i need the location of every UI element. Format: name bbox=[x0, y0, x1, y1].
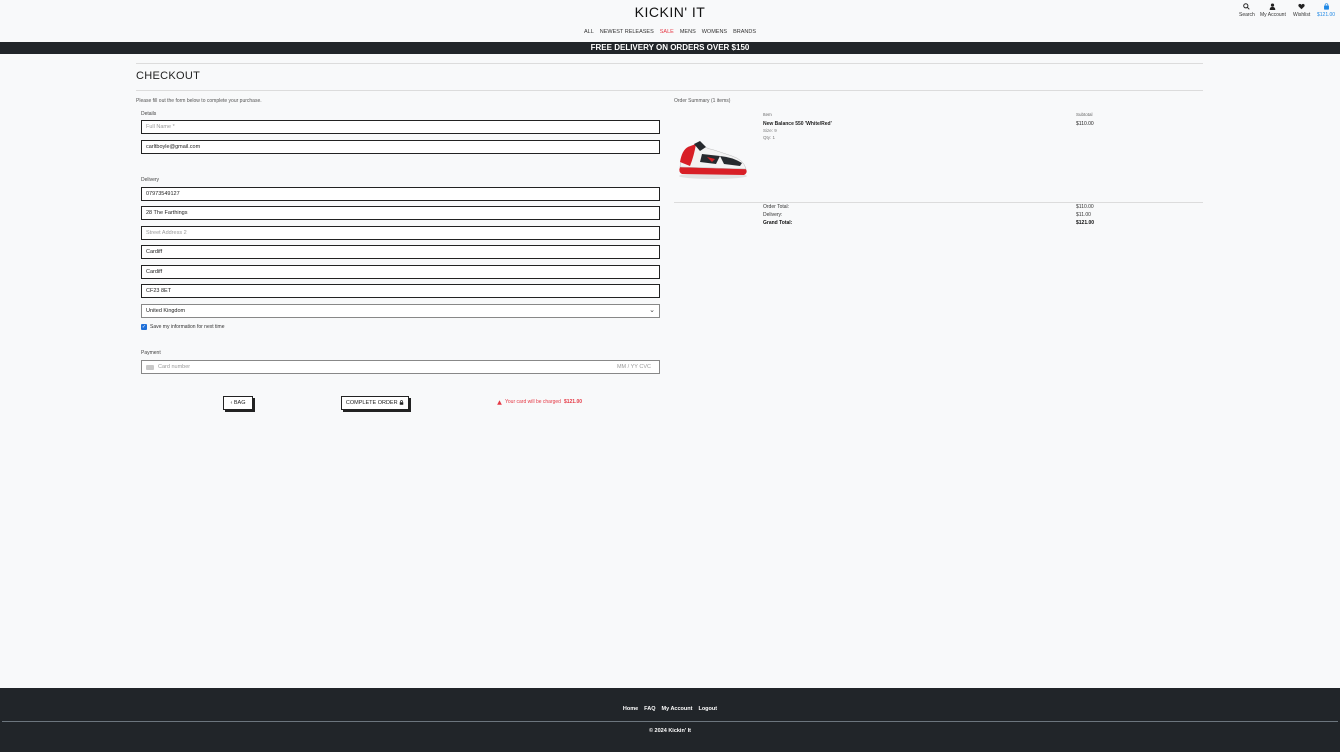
item-quantity: Qty: 1 bbox=[763, 135, 776, 140]
footer-link-faq[interactable]: FAQ bbox=[644, 706, 655, 712]
order-total-value: $110.00 bbox=[1076, 204, 1094, 210]
account-button[interactable]: My Account bbox=[1260, 3, 1286, 18]
county-field[interactable]: Cardiff bbox=[141, 265, 660, 279]
divider bbox=[136, 90, 1203, 91]
nav-item-womens[interactable]: WOMENS bbox=[702, 29, 727, 35]
footer-link-home[interactable]: Home bbox=[623, 706, 638, 712]
item-size: Size: 9 bbox=[763, 128, 777, 133]
search-button[interactable]: Search bbox=[1239, 3, 1255, 18]
form-intro: Please fill out the form below to comple… bbox=[136, 98, 262, 104]
copyright: © 2024 Kickin' It bbox=[648, 728, 692, 734]
subtotal-column-header: Subtotal bbox=[1076, 112, 1093, 117]
street-address-1-field[interactable]: 28 The Farthings bbox=[141, 206, 660, 220]
checkbox-checked-icon: ✓ bbox=[141, 324, 147, 330]
delivery-label: Delivery bbox=[141, 177, 160, 183]
site-footer: Home FAQ My Account Logout © 2024 Kickin… bbox=[0, 688, 1340, 752]
country-value: United Kingdom bbox=[146, 308, 186, 314]
card-placeholder: Card number bbox=[158, 364, 191, 370]
divider bbox=[136, 63, 1203, 64]
lock-icon bbox=[399, 399, 404, 406]
card-number-input[interactable]: Card number MM / YY CVC bbox=[141, 360, 660, 374]
nav-item-mens[interactable]: MENS bbox=[680, 29, 696, 35]
back-to-bag-button[interactable]: ‹ BAG bbox=[223, 396, 253, 410]
grand-total-value: $121.00 bbox=[1076, 220, 1095, 226]
nav-item-newest-releases[interactable]: NEWEST RELEASES bbox=[600, 29, 654, 35]
main-nav: ALL NEWEST RELEASES SALE MENS WOMENS BRA… bbox=[0, 29, 1340, 35]
search-label: Search bbox=[1239, 12, 1255, 18]
warning-icon bbox=[497, 399, 502, 405]
nav-item-brands[interactable]: BRANDS bbox=[733, 29, 756, 35]
delivery-cost-value: $11.00 bbox=[1076, 212, 1091, 218]
street-address-2-field[interactable]: Street Address 2 bbox=[141, 226, 660, 240]
town-field[interactable]: Cardiff bbox=[141, 245, 660, 259]
footer-links: Home FAQ My Account Logout bbox=[0, 706, 1340, 712]
email-field[interactable]: carltboyle@gmail.com bbox=[141, 140, 660, 154]
back-to-bag-label: BAG bbox=[233, 400, 246, 406]
charge-text: Your card will be charged bbox=[505, 399, 561, 405]
wishlist-label: Wishlist bbox=[1293, 12, 1311, 18]
user-icon bbox=[1270, 3, 1276, 10]
complete-order-button[interactable]: COMPLETE ORDER bbox=[341, 396, 409, 410]
product-image[interactable] bbox=[674, 120, 750, 184]
search-icon bbox=[1243, 3, 1251, 10]
postcode-field[interactable]: CF23 8ET bbox=[141, 284, 660, 298]
footer-link-logout[interactable]: Logout bbox=[698, 706, 717, 712]
page-title: CHECKOUT bbox=[136, 70, 201, 82]
payment-label: Payment bbox=[141, 350, 161, 356]
order-total-label: Order Total: bbox=[763, 204, 790, 210]
save-info-label: Save my information for next time bbox=[150, 324, 225, 330]
charge-notice: Your card will be charged $121.00 bbox=[497, 399, 582, 405]
chevron-left-icon: ‹ bbox=[230, 400, 233, 406]
charge-amount: $121.00 bbox=[563, 399, 583, 405]
item-subtotal: $110.00 bbox=[1076, 121, 1094, 127]
save-info-checkbox[interactable]: ✓ Save my information for next time bbox=[141, 324, 224, 330]
phone-field[interactable]: 07973549127 bbox=[141, 187, 660, 201]
footer-link-my-account[interactable]: My Account bbox=[661, 706, 692, 712]
brand-logo[interactable]: KICKIN' IT bbox=[0, 4, 1340, 20]
wishlist-button[interactable]: Wishlist bbox=[1293, 3, 1310, 18]
summary-divider bbox=[674, 202, 1203, 203]
credit-card-icon bbox=[146, 365, 154, 370]
nav-item-sale[interactable]: SALE bbox=[660, 29, 674, 35]
details-label: Details bbox=[141, 111, 157, 117]
cart-total: $121.00 bbox=[1317, 12, 1336, 18]
cart-button[interactable]: $121.00 bbox=[1317, 3, 1335, 18]
nav-item-all[interactable]: ALL bbox=[584, 29, 594, 35]
item-column-header: Item bbox=[763, 112, 772, 117]
full-name-field[interactable]: Full Name * bbox=[141, 120, 660, 134]
heart-icon bbox=[1298, 3, 1305, 10]
promo-banner: FREE DELIVERY ON ORDERS OVER $150 bbox=[0, 42, 1340, 54]
delivery-cost-label: Delivery: bbox=[763, 212, 783, 218]
chevron-down-icon: ⌄ bbox=[649, 307, 655, 314]
account-label: My Account bbox=[1260, 12, 1286, 18]
shopping-bag-icon bbox=[1323, 3, 1329, 10]
order-summary-title: Order Summary (1 items) bbox=[674, 98, 731, 104]
item-name: New Balance 550 'White/Red' bbox=[763, 121, 832, 127]
footer-divider bbox=[2, 721, 1338, 722]
grand-total-label: Grand Total: bbox=[763, 220, 793, 226]
country-select[interactable]: United Kingdom ⌄ bbox=[141, 304, 660, 318]
complete-order-label: COMPLETE ORDER bbox=[345, 400, 398, 406]
card-expiry-cvc-placeholder: MM / YY CVC bbox=[616, 364, 651, 370]
